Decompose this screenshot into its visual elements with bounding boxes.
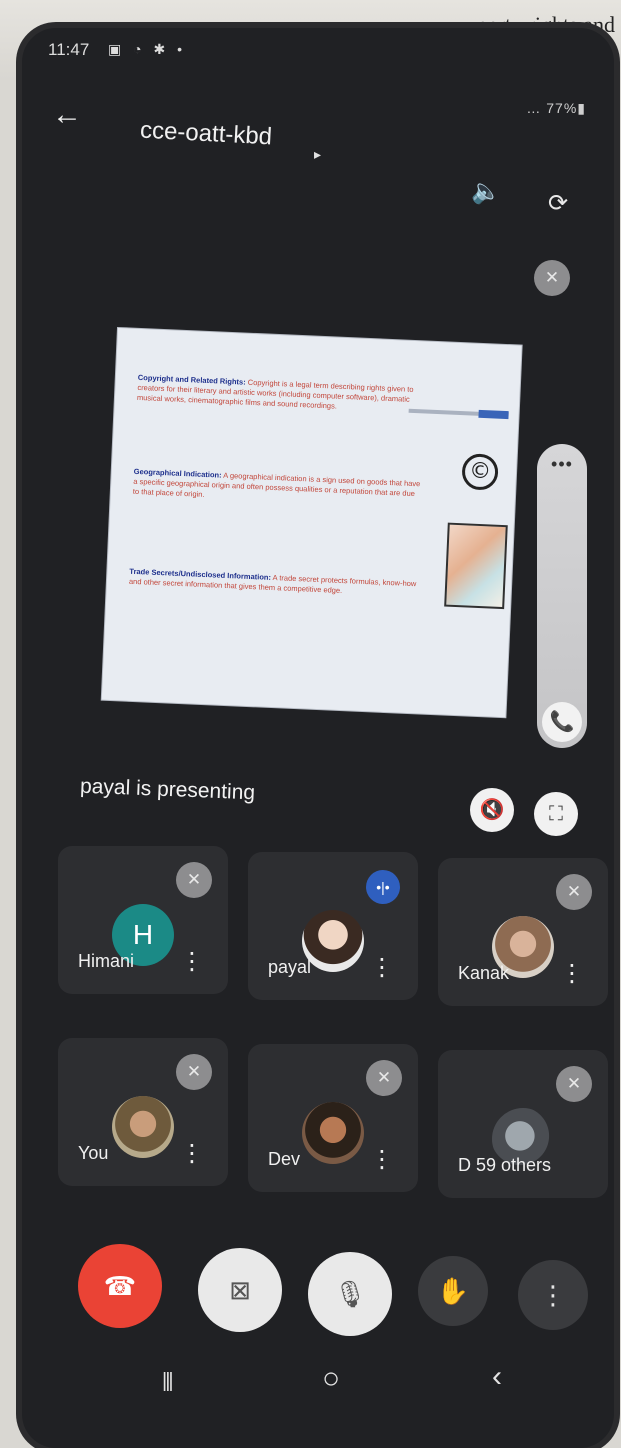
participant-menu-icon[interactable]: ⋮ — [370, 1148, 394, 1172]
speaking-indicator-icon: •|• — [366, 870, 400, 904]
slide-item-trade-secrets: Trade Secrets/Undisclosed Information: A… — [128, 566, 417, 596]
status-signal-battery: … 77%▮ — [526, 100, 586, 116]
camera-off-button[interactable]: ⊠ — [198, 1248, 282, 1332]
avatar — [302, 1102, 364, 1164]
status-time: 11:47 — [48, 40, 90, 59]
speaker-icon[interactable]: 🔈 — [470, 176, 502, 208]
participant-tile[interactable]: •|• payal ⋮ — [248, 852, 418, 1000]
back-icon[interactable]: ‹ — [492, 1362, 502, 1392]
participant-tile[interactable]: ✕ D 59 others — [438, 1050, 608, 1198]
participant-tile[interactable]: ✕ H Himani ⋮ — [58, 846, 228, 994]
avatar — [112, 1096, 174, 1158]
call-controls: ☎ ⊠ 🎙 ✋ ⋮ — [22, 1244, 614, 1340]
recents-icon[interactable]: ||| — [162, 1366, 174, 1396]
copyright-icon: © — [461, 453, 499, 491]
participant-menu-icon[interactable]: ⋮ — [560, 962, 584, 986]
participant-name: Dev — [268, 1149, 301, 1169]
meeting-code[interactable]: cce-oatt-kbd — [139, 117, 272, 152]
side-action-panel[interactable]: ••• 📞 — [537, 444, 587, 748]
mic-off-icon: ✕ — [556, 1066, 592, 1102]
slide-illustration-image — [444, 522, 508, 610]
mic-off-icon: ✕ — [176, 1054, 212, 1090]
meeting-info-chevron-icon[interactable]: ▸ — [314, 146, 321, 163]
fullscreen-icon[interactable]: ⛶ — [534, 792, 578, 836]
status-notification-icons: ▣ ◔ ✱ • — [108, 41, 186, 57]
phone-screen: 11:47 ▣ ◔ ✱ • … 77%▮ ← cce-oatt-kbd ▸ 🔈 … — [22, 28, 614, 1448]
participant-tile[interactable]: ✕ Kanak ⋮ — [438, 858, 608, 1006]
participant-tile[interactable]: ✕ Dev ⋮ — [248, 1044, 418, 1192]
participant-name: D 59 others — [458, 1155, 552, 1175]
system-navigation-bar: ||| ○ ‹ — [22, 1358, 614, 1418]
participant-name: Himani — [78, 951, 135, 971]
presenter-mic-off-icon: ✕ — [534, 260, 570, 296]
mic-off-icon: ✕ — [176, 862, 212, 898]
presenting-label: payal is presenting — [79, 774, 256, 805]
panel-more-icon[interactable]: ••• — [537, 454, 587, 475]
back-arrow-icon[interactable]: ← — [52, 100, 82, 130]
mic-off-icon: ✕ — [556, 874, 592, 910]
switch-camera-icon[interactable]: ⟳ — [542, 188, 574, 220]
avatar — [302, 910, 364, 972]
participant-menu-icon[interactable]: ⋮ — [370, 956, 394, 980]
phone-icon[interactable]: 📞 — [542, 702, 582, 742]
slide-item-gi: Geographical Indication: A geographical … — [132, 466, 421, 499]
mic-off-icon: ✕ — [366, 1060, 402, 1096]
slide-item-copyright: Copyright and Related Rights: Copyright … — [136, 372, 414, 411]
participant-menu-icon[interactable]: ⋮ — [180, 1142, 204, 1166]
shared-slide: Copyright and Related Rights: Copyright … — [101, 328, 522, 718]
mute-presenter-icon[interactable]: 🔇 — [470, 788, 514, 832]
home-icon[interactable]: ○ — [322, 1364, 340, 1394]
end-call-button[interactable]: ☎ — [78, 1244, 162, 1328]
more-options-button[interactable]: ⋮ — [518, 1260, 588, 1330]
participant-name: You — [78, 1143, 109, 1163]
mic-off-button[interactable]: 🎙 — [308, 1252, 392, 1336]
participant-tile[interactable]: ✕ You ⋮ — [58, 1038, 228, 1186]
raise-hand-button[interactable]: ✋ — [418, 1256, 488, 1326]
participant-menu-icon[interactable]: ⋮ — [180, 950, 204, 974]
participant-name: payal — [268, 957, 312, 977]
participant-name: Kanak — [458, 963, 510, 983]
